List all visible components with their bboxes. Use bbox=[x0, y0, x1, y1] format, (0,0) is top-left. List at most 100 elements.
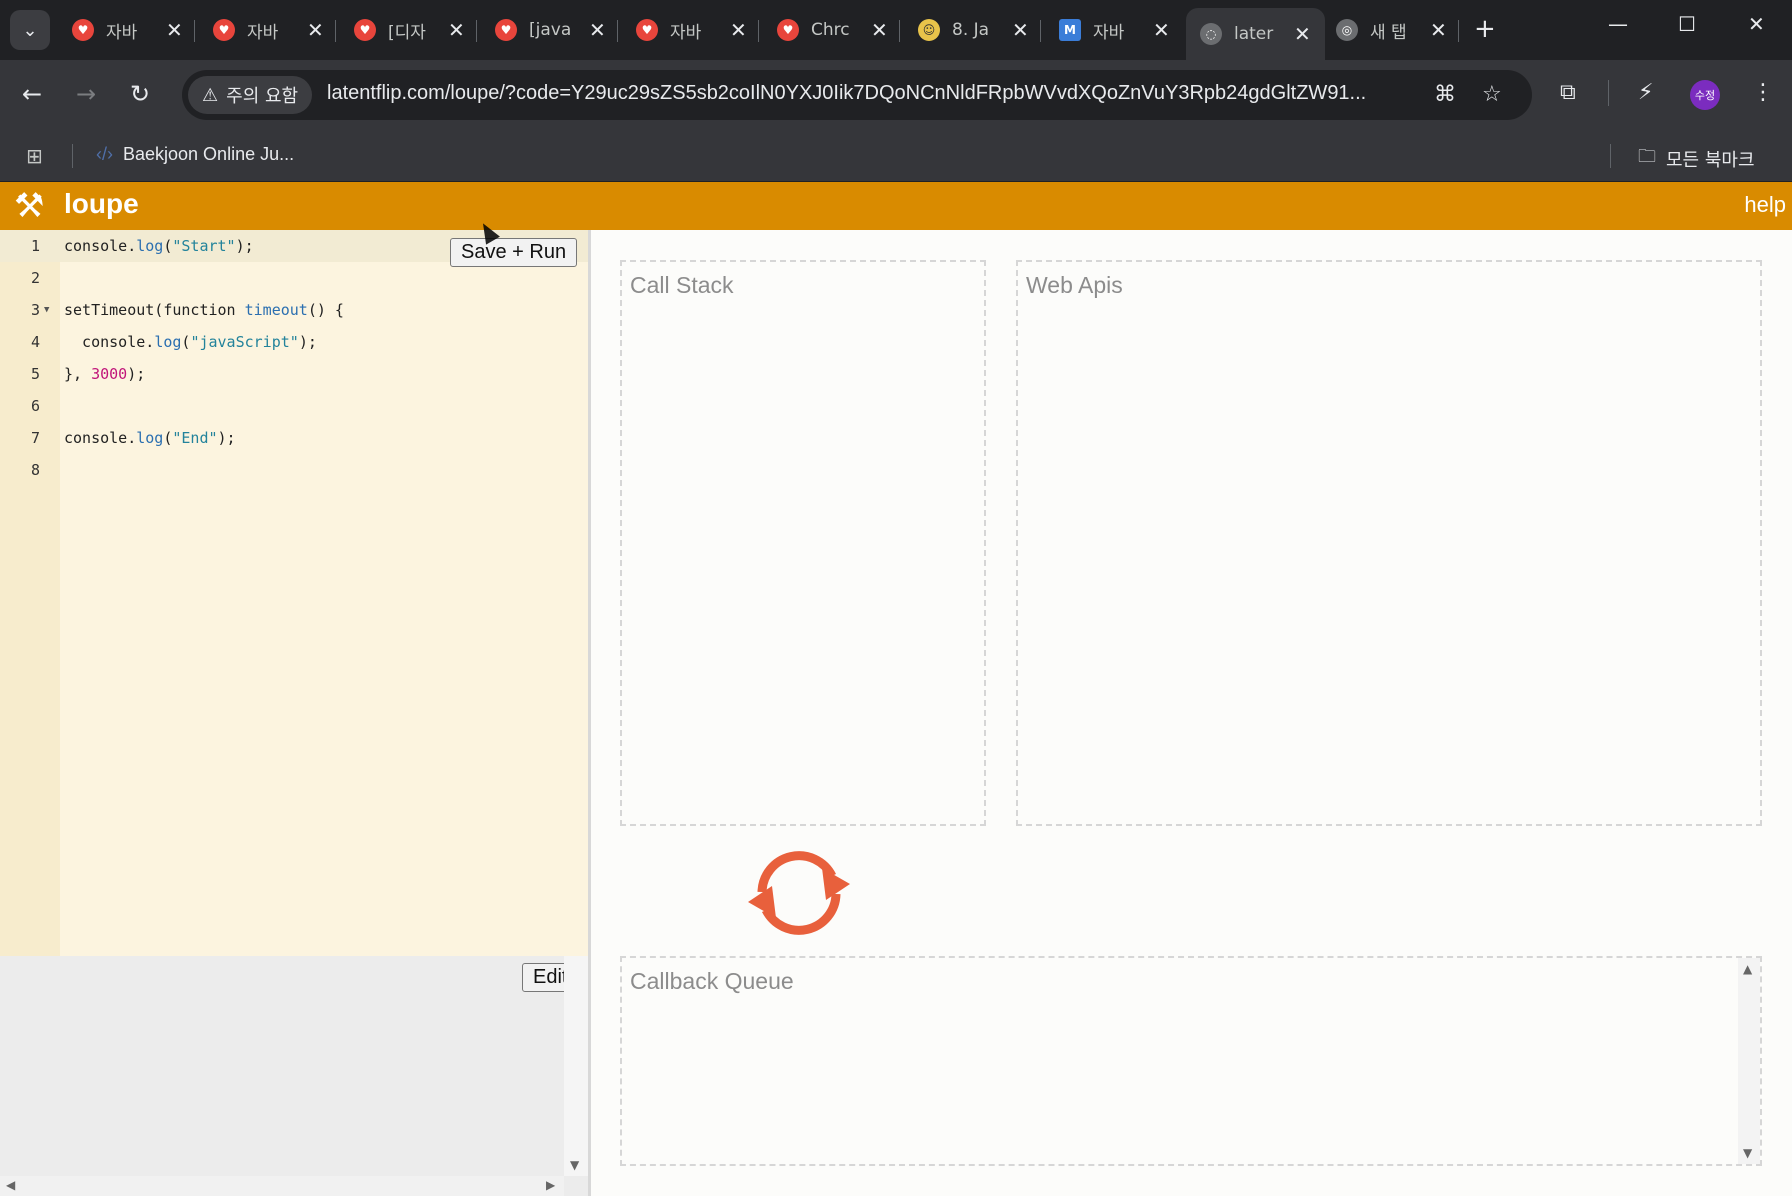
tab-search-button[interactable]: ⌄ bbox=[10, 10, 50, 50]
code-line[interactable]: 6 bbox=[0, 390, 588, 422]
security-warning-chip[interactable]: ⚠ 주의 요함 bbox=[188, 76, 313, 114]
translate-icon[interactable]: ⌘ bbox=[1434, 82, 1456, 107]
scroll-up-icon[interactable]: ▲ bbox=[1743, 962, 1752, 976]
bookmark-star-icon[interactable]: ☆ bbox=[1482, 82, 1502, 107]
web-apis-panel: Web Apis bbox=[1016, 260, 1762, 826]
code-brackets-icon: ‹/› bbox=[96, 144, 113, 164]
back-button[interactable]: ← bbox=[22, 80, 42, 108]
close-icon[interactable]: ✕ bbox=[166, 18, 183, 42]
avatar[interactable]: 수정 bbox=[1690, 80, 1720, 110]
arrow-right-icon: → bbox=[76, 80, 97, 108]
warning-triangle-icon: ⚠ bbox=[202, 84, 219, 106]
browser-tab[interactable]: ♥ 자바 ✕ bbox=[213, 8, 324, 52]
tab-title: Chrc bbox=[811, 20, 850, 40]
code-line[interactable]: 5 }, 3000); bbox=[0, 358, 588, 390]
scroll-down-icon[interactable]: ▼ bbox=[570, 1158, 579, 1172]
code-line[interactable]: 4 console.log("javaScript"); bbox=[0, 326, 588, 358]
tab-title: 자바 bbox=[106, 22, 138, 43]
app-header: ⚒ loupe help bbox=[0, 182, 1792, 230]
save-run-button[interactable]: Save + Run bbox=[450, 238, 578, 267]
all-bookmarks-label: 모든 북마크 bbox=[1666, 150, 1755, 171]
tab-title: 8. Ja bbox=[952, 20, 990, 40]
pane-divider[interactable] bbox=[588, 230, 591, 1196]
browser-tab[interactable]: ♥ [디자 ✕ bbox=[354, 8, 465, 52]
close-icon[interactable]: ✕ bbox=[1012, 18, 1029, 42]
close-icon[interactable]: ✕ bbox=[1294, 22, 1311, 46]
help-link[interactable]: help bbox=[1744, 192, 1786, 218]
close-icon[interactable]: ✕ bbox=[1430, 18, 1447, 42]
tab-title: 자바 bbox=[247, 22, 279, 43]
tab-favicon-icon: ♥ bbox=[636, 19, 658, 41]
folder-icon: 🗀 bbox=[1638, 146, 1656, 167]
scroll-down-icon[interactable]: ▼ bbox=[1743, 1146, 1752, 1160]
profile-label: 수정 bbox=[1694, 89, 1716, 102]
browser-toolbar: ← → ↻ ⚠ 주의 요함 latentflip.com/loupe/?code… bbox=[0, 60, 1792, 130]
window-close-button[interactable]: ✕ bbox=[1748, 12, 1765, 36]
performance-icon[interactable]: ⚡ bbox=[1638, 80, 1653, 105]
new-tab-button[interactable]: + bbox=[1474, 14, 1496, 44]
call-stack-panel: Call Stack bbox=[620, 260, 986, 826]
fold-arrow-icon[interactable]: ▼ bbox=[44, 294, 49, 326]
browser-tab[interactable]: ♥ 자바 ✕ bbox=[72, 8, 183, 52]
console-horizontal-scrollbar[interactable]: ◀ ▶ bbox=[0, 1176, 564, 1196]
tab-favicon-icon: ♥ bbox=[72, 19, 94, 41]
code-editor[interactable]: 1 console.log("Start"); 2 3 ▼ setTimeout… bbox=[0, 230, 588, 956]
web-apis-title: Web Apis bbox=[1026, 272, 1123, 298]
browser-tab[interactable]: ☺ 8. Ja ✕ bbox=[918, 8, 1029, 52]
line-number: 3 bbox=[30, 301, 40, 319]
tab-title: 자바 bbox=[1093, 22, 1125, 43]
browser-tab[interactable]: ♥ Chrc ✕ bbox=[777, 8, 888, 52]
code-line[interactable]: 3 ▼ setTimeout(function timeout() { bbox=[0, 294, 588, 326]
tools-icon: ⚒ bbox=[14, 186, 45, 226]
console-output bbox=[0, 956, 588, 1196]
close-icon: ✕ bbox=[1748, 12, 1765, 36]
scroll-right-icon[interactable]: ▶ bbox=[546, 1178, 555, 1192]
chrome-icon: ◎ bbox=[1336, 19, 1358, 41]
line-number: 4 bbox=[30, 333, 40, 351]
address-bar[interactable]: ⚠ 주의 요함 latentflip.com/loupe/?code=Y29uc… bbox=[182, 70, 1532, 120]
globe-icon: ◌ bbox=[1200, 23, 1222, 45]
browser-tab-strip: ⌄ ♥ 자바 ✕ ♥ 자바 ✕ ♥ [디자 ✕ ♥ [java ✕ ♥ 자바 ✕… bbox=[0, 0, 1792, 60]
callback-queue-scrollbar[interactable]: ▲ ▼ bbox=[1738, 958, 1760, 1164]
apps-grid-icon[interactable]: ⊞ bbox=[26, 144, 43, 168]
tab-favicon-icon: ♥ bbox=[495, 19, 517, 41]
all-bookmarks-button[interactable]: 🗀 모든 북마크 bbox=[1638, 144, 1755, 174]
callback-queue-title: Callback Queue bbox=[630, 968, 794, 994]
line-number: 5 bbox=[30, 365, 40, 383]
code-line[interactable]: 7 console.log("End"); bbox=[0, 422, 588, 454]
forward-button[interactable]: → bbox=[76, 80, 96, 108]
close-icon[interactable]: ✕ bbox=[307, 18, 324, 42]
extensions-icon[interactable]: ⧉ bbox=[1560, 80, 1576, 105]
url-text[interactable]: latentflip.com/loupe/?code=Y29uc29sZS5sb… bbox=[327, 82, 1367, 105]
close-icon[interactable]: ✕ bbox=[448, 18, 465, 42]
close-icon[interactable]: ✕ bbox=[871, 18, 888, 42]
reload-button[interactable]: ↻ bbox=[130, 80, 150, 108]
close-icon[interactable]: ✕ bbox=[1153, 18, 1170, 42]
minimize-button[interactable]: — bbox=[1608, 12, 1628, 36]
reload-icon: ↻ bbox=[130, 80, 151, 108]
maximize-button[interactable]: ☐ bbox=[1678, 12, 1696, 36]
kebab-menu-icon[interactable]: ⋮ bbox=[1752, 80, 1774, 105]
tab-favicon-icon: ♥ bbox=[777, 19, 799, 41]
browser-tab[interactable]: ◎ 새 탭 ✕ bbox=[1336, 8, 1447, 52]
console-vertical-scrollbar[interactable]: ▼ bbox=[564, 956, 588, 1176]
bookmark-item[interactable]: ‹/› Baekjoon Online Ju... bbox=[96, 144, 294, 165]
tab-favicon-icon: ♥ bbox=[213, 19, 235, 41]
close-icon[interactable]: ✕ bbox=[589, 18, 606, 42]
call-stack-title: Call Stack bbox=[630, 272, 734, 298]
bookmarks-bar: ⊞ ‹/› Baekjoon Online Ju... 🗀 모든 북마크 bbox=[0, 130, 1792, 182]
minimize-icon: — bbox=[1608, 12, 1628, 36]
scroll-left-icon[interactable]: ◀ bbox=[6, 1178, 15, 1192]
browser-tab-active[interactable]: ◌ later ✕ bbox=[1186, 8, 1325, 60]
tab-title: later bbox=[1234, 24, 1274, 44]
browser-tab[interactable]: ♥ [java ✕ bbox=[495, 8, 606, 52]
tab-title: 새 탭 bbox=[1370, 22, 1407, 43]
callback-queue-panel: Callback Queue bbox=[620, 956, 1762, 1166]
tab-favicon-icon: ♥ bbox=[354, 19, 376, 41]
code-line[interactable]: 8 bbox=[0, 454, 588, 486]
close-icon[interactable]: ✕ bbox=[730, 18, 747, 42]
chevron-down-icon: ⌄ bbox=[22, 19, 38, 41]
browser-tab[interactable]: ♥ 자바 ✕ bbox=[636, 8, 747, 52]
browser-tab[interactable]: M 자바 ✕ bbox=[1059, 8, 1170, 52]
app-title[interactable]: loupe bbox=[64, 188, 139, 220]
